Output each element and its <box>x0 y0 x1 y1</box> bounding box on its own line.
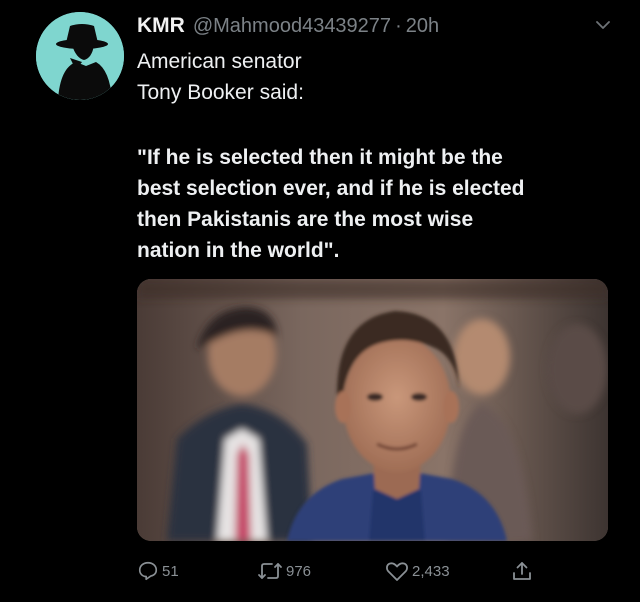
share-icon <box>513 562 531 580</box>
like-button[interactable]: 2,433 <box>385 556 450 586</box>
tweet-timestamp[interactable]: 20h <box>406 15 439 38</box>
retweet-icon <box>258 563 282 579</box>
header-separator: · <box>395 14 402 37</box>
intro-line: Tony Booker said: <box>137 81 304 104</box>
tweet-quote-text: "If he is selected then it might be the … <box>137 142 617 266</box>
detective-silhouette-icon <box>36 12 124 100</box>
photo-illustration <box>137 279 608 541</box>
tweet-action-bar: 51 976 2,433 <box>137 556 557 586</box>
quote-line: nation in the world". <box>137 239 340 262</box>
retweet-count: 976 <box>286 562 312 580</box>
reply-button[interactable]: 51 <box>137 556 179 586</box>
quote-line: "If he is selected then it might be the <box>137 146 503 169</box>
avatar[interactable] <box>36 12 124 100</box>
share-button[interactable] <box>511 556 533 586</box>
intro-line: American senator <box>137 50 302 73</box>
tweet-intro-text: American senator Tony Booker said: <box>137 46 304 108</box>
reply-count: 51 <box>162 562 179 580</box>
reply-icon <box>138 561 158 581</box>
tweet-card: KMR @Mahmood43439277 · 20h American sena… <box>0 0 640 602</box>
quote-line: best selection ever, and if he is electe… <box>137 177 525 200</box>
like-count: 2,433 <box>412 562 450 580</box>
quote-line: then Pakistanis are the most wise <box>137 208 474 231</box>
tweet-header: KMR @Mahmood43439277 · 20h <box>137 12 620 40</box>
chevron-down-icon[interactable] <box>596 20 610 30</box>
author-handle[interactable]: @Mahmood43439277 <box>193 15 391 38</box>
heart-icon <box>386 562 408 581</box>
tweet-media-photo[interactable] <box>137 279 608 541</box>
author-name[interactable]: KMR <box>137 14 185 38</box>
retweet-button[interactable]: 976 <box>257 556 311 586</box>
